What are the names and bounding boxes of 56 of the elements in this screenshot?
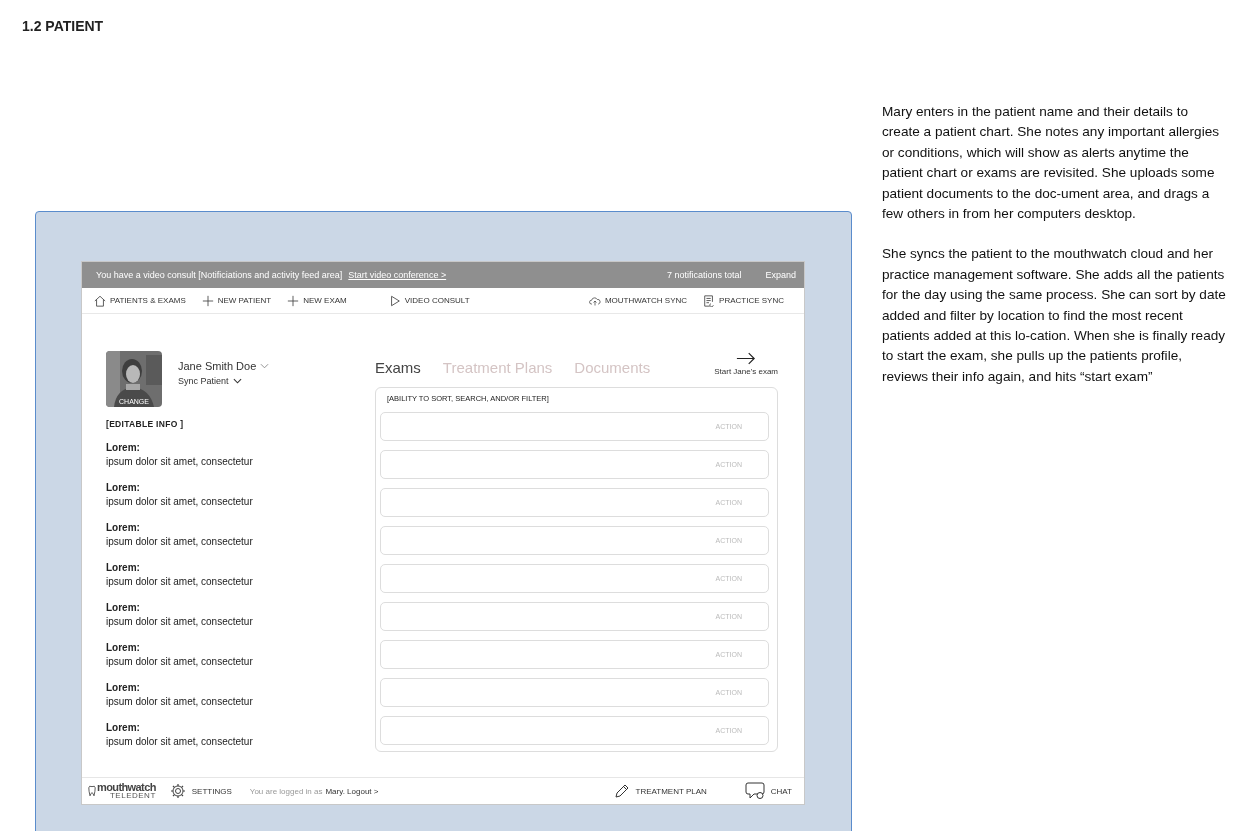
treatment-plan-button[interactable]: TREATMENT PLAN [613,783,707,799]
cloud-upload-icon [588,294,601,307]
gear-icon [169,783,186,799]
description-paragraph: Mary enters in the patient name and their details to create a patient chart. She notes any important allergies or conditions, which will show as alerts anytime the patient chart or exams are revisited. She uploads some patient documents to the doc-ument area, and drags a few others in from her computers desktop. [882,103,1221,224]
chat-button[interactable]: CHAT [744,782,792,800]
description-paragraph: She syncs the patient to the mouthwatch cloud and her practice management software. She adds all the patients for the day using the same process. She can sort by date added and filter by location to find the most recent patients added at this lo-cation. When she is finally ready to start the exam, she pulls up the patients profile, reviews their info again, and hits “start exam” [882,245,1227,386]
logout-link[interactable]: Mary. Logout > [325,786,379,796]
field-label: Lorem: [106,521,141,535]
field-label: Lorem: [106,721,141,735]
notification-count: 7 notifications total [666,270,742,280]
field-label: Lorem: [106,441,141,455]
sync-button[interactable]: PRACTICE SYNC [697,294,790,307]
patient-name-dropdown[interactable]: Jane Smith Doe [178,360,270,372]
tab[interactable]: Treatment Plans [442,359,553,376]
field-label: Lorem: [106,601,141,615]
field-label: Lorem: [106,481,141,495]
arrow-right-icon [736,352,757,365]
video-conference-link[interactable]: Start video conference > [348,270,447,280]
nav-button[interactable]: NEW PATIENT [195,294,278,307]
expand-link[interactable]: Expand [765,270,796,280]
chat-bubble-icon [744,782,765,800]
nav-button[interactable]: NEW EXAM [281,294,353,307]
editable-info-label: [EDITABLE INFO ] [106,419,185,429]
field-value: ipsum dolor sit amet, consectetur [106,735,254,749]
field-label: Lorem: [106,681,141,695]
plus-icon [201,294,214,307]
field-value: ipsum dolor sit amet, consectetur [106,455,254,469]
sync-patient-dropdown[interactable]: Sync Patient [178,376,270,386]
play-icon [388,294,401,307]
login-status: You are logged in as [249,786,323,796]
page-title: 1.2 PATIENT [22,18,104,34]
logo-subtitle: TELEDENT [109,791,156,800]
field-value: ipsum dolor sit amet, consectetur [106,575,254,589]
document-icon [703,294,716,307]
field-label: Lorem: [106,641,141,655]
field-value: ipsum dolor sit amet, consectetur [106,615,254,629]
sync-button[interactable]: MOUTHWATCH SYNC [582,294,694,307]
field-value: ipsum dolor sit amet, consectetur [106,495,254,509]
settings-button[interactable]: SETTINGS [169,783,232,799]
field-value: ipsum dolor sit amet, consectetur [106,535,254,549]
tab[interactable]: Exams [375,359,421,376]
tab[interactable]: Documents [574,359,651,376]
nav-button[interactable]: PATIENTS & EXAMS [88,294,192,307]
chevron-down-icon [260,363,270,369]
home-icon [94,294,106,307]
field-value: ipsum dolor sit amet, consectetur [106,695,254,709]
plus-icon [287,294,300,307]
tooth-icon [88,785,96,797]
field-label: Lorem: [106,561,141,575]
start-exam-button[interactable]: Start Jane's exam [714,352,778,376]
notification-message: You have a video consult [Notificiations and activity feed area] [96,270,343,280]
chevron-down-icon [232,378,242,384]
nav-button[interactable]: VIDEO CONSULT [382,294,476,307]
pencil-icon [613,783,630,799]
logo-text: mouthwatch [97,782,156,792]
field-value: ipsum dolor sit amet, consectetur [106,655,254,669]
